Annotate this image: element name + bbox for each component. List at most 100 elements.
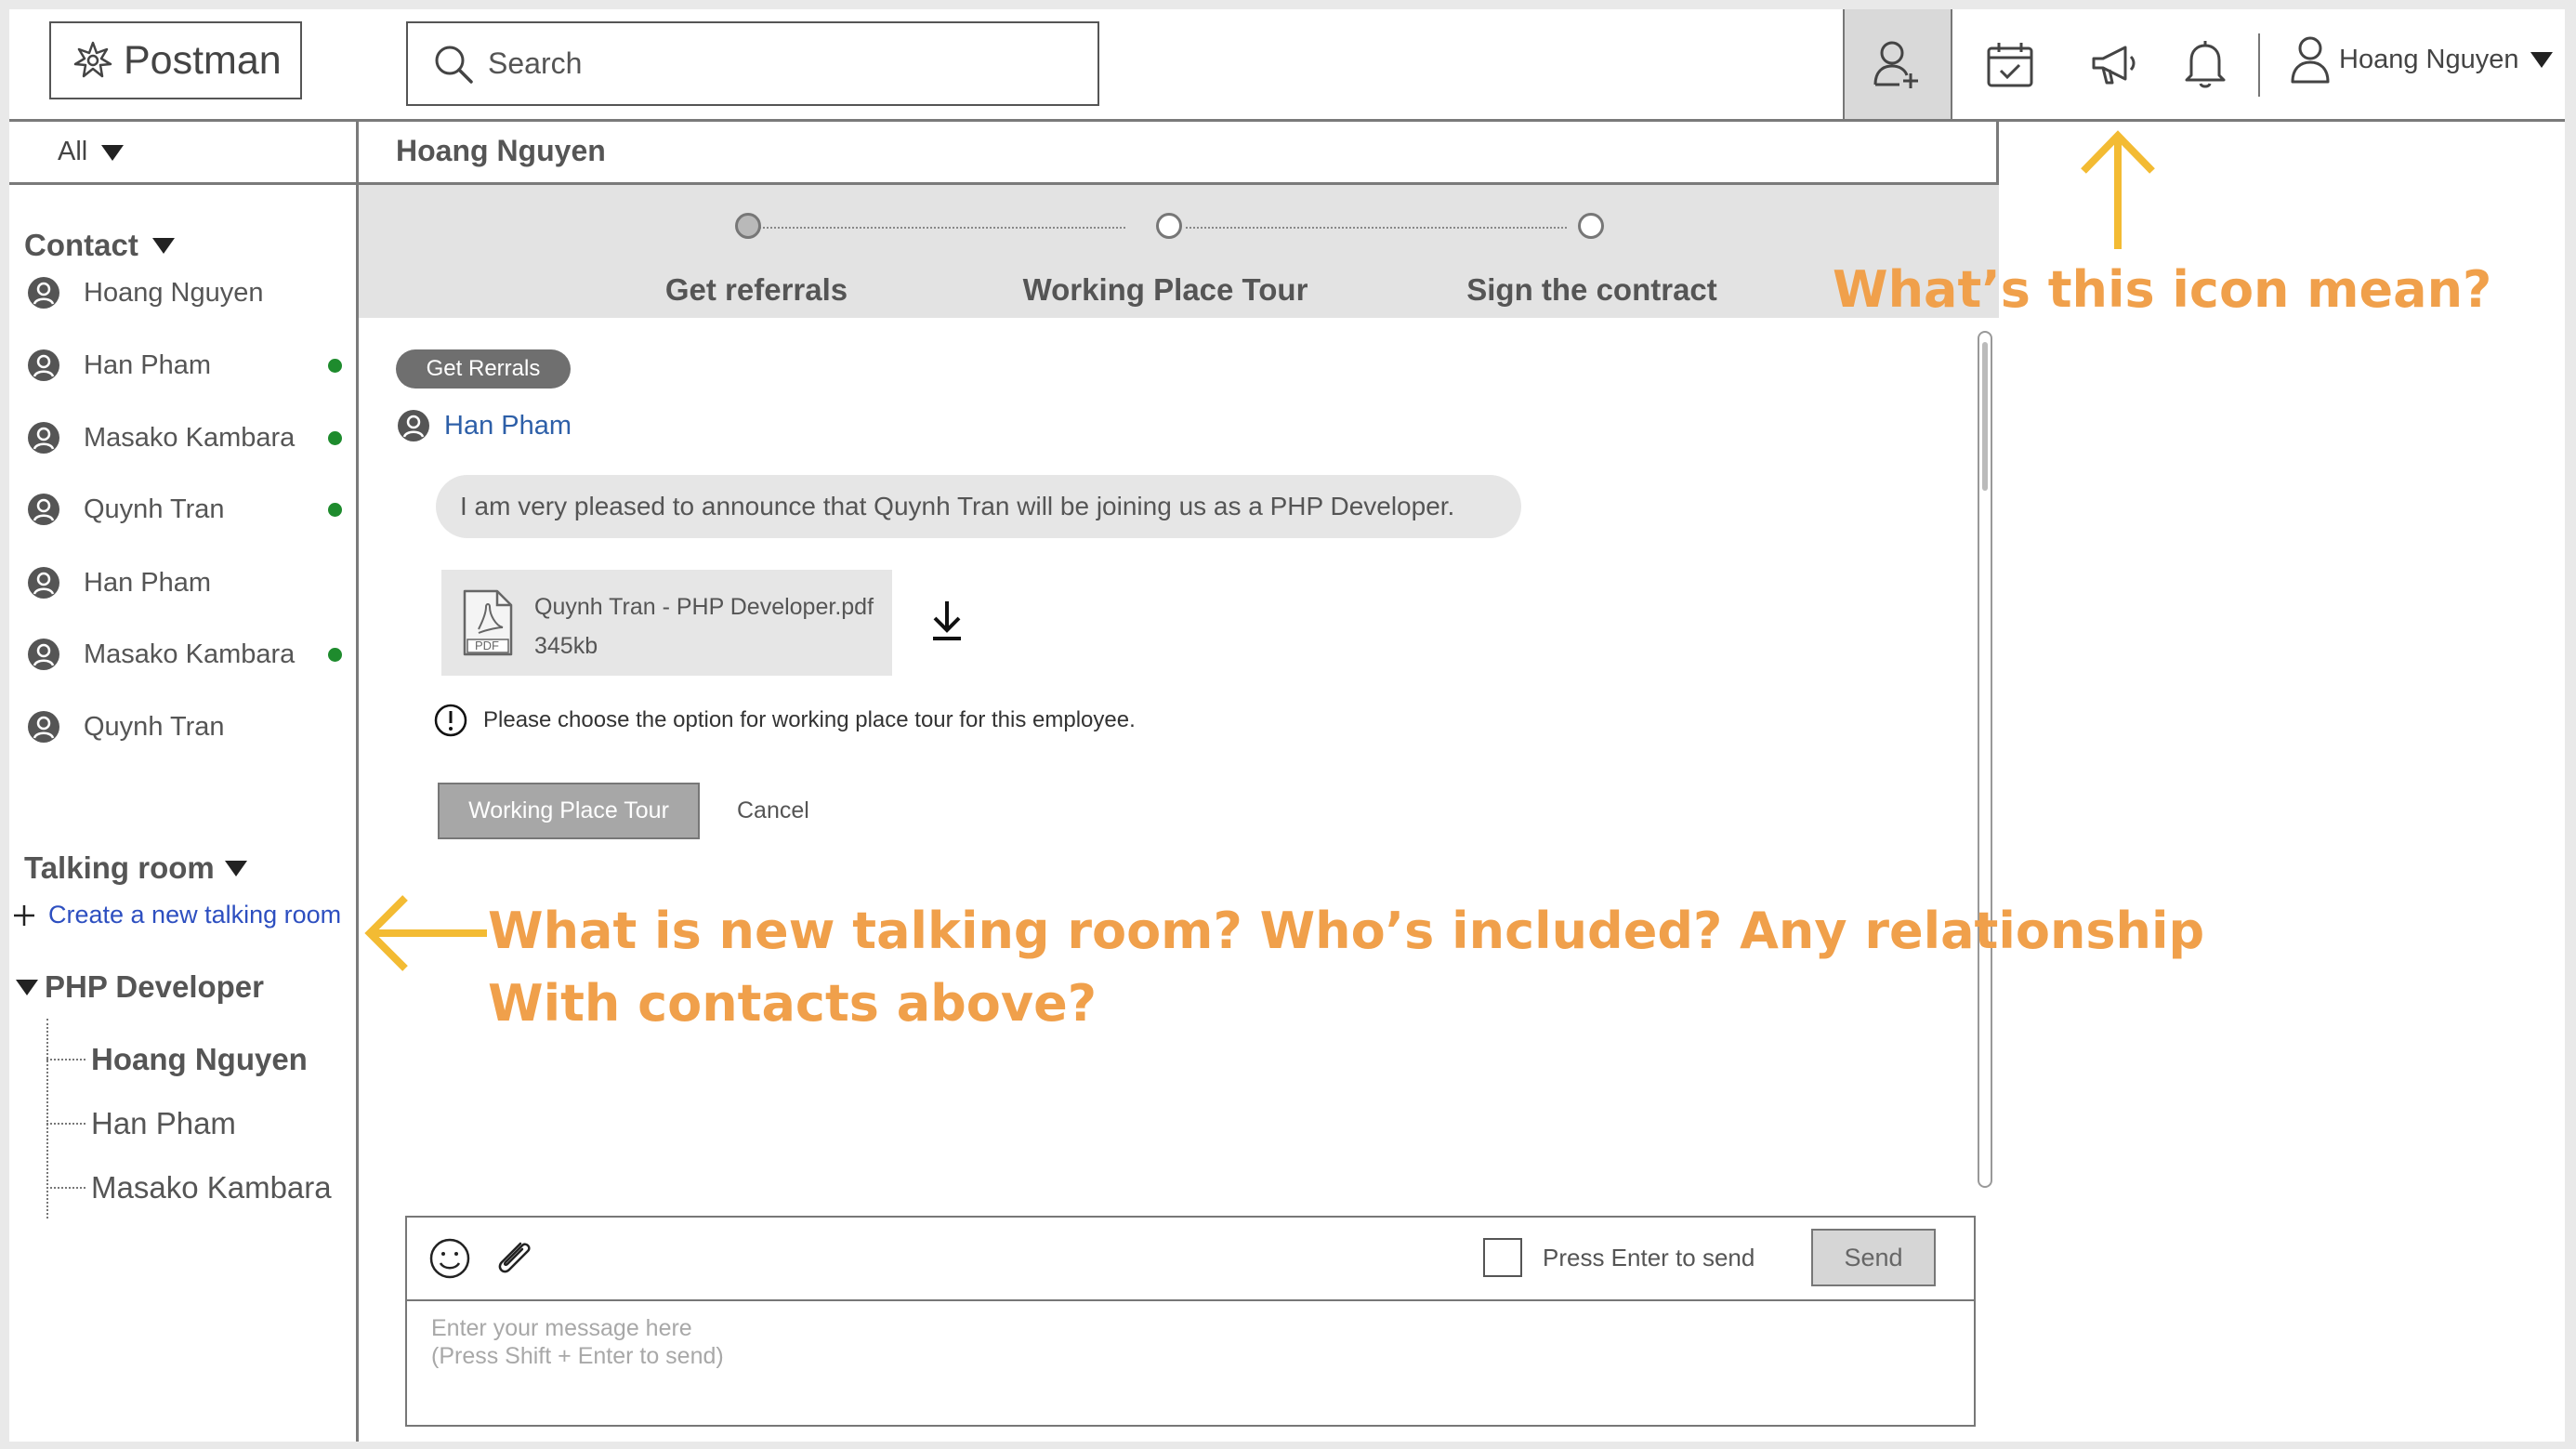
member-name: Han Pham [91, 1106, 236, 1140]
online-status-dot [328, 430, 342, 445]
bell-icon [2182, 38, 2228, 90]
contact-name: Masako Kambara [84, 422, 296, 453]
avatar-icon [26, 565, 61, 600]
group-member[interactable]: Masako Kambara [46, 1170, 332, 1205]
chevron-down-icon [224, 859, 248, 877]
contact-name: Quynh Tran [84, 711, 225, 742]
contact-item[interactable]: Quynh Tran [26, 704, 342, 750]
avatar-icon [396, 408, 431, 443]
app-window: Postman Search Hoang Nguyen All Contact … [9, 9, 2565, 1442]
talking-room-title: Talking room [24, 850, 215, 885]
add-contact-icon [1872, 38, 1924, 90]
working-place-tour-button[interactable]: Working Place Tour [438, 783, 700, 839]
toolbar-divider [2258, 33, 2260, 97]
download-button[interactable] [927, 598, 966, 644]
postman-logo-icon [51, 39, 124, 82]
chevron-down-icon [151, 236, 176, 255]
message-sender[interactable]: Han Pham [396, 408, 572, 443]
group-member[interactable]: Han Pham [46, 1106, 236, 1141]
left-arrow-annotation [361, 890, 489, 976]
enter-to-send-label: Press Enter to send [1543, 1244, 1755, 1271]
enter-to-send-checkbox[interactable] [1483, 1238, 1522, 1277]
message-input[interactable] [431, 1314, 1918, 1407]
step-connector [1186, 227, 1567, 229]
online-status-dot [328, 502, 342, 517]
step-label[interactable]: Working Place Tour [1023, 272, 1308, 308]
avatar-icon [26, 637, 61, 672]
download-icon [933, 601, 961, 640]
exclamation-icon [433, 703, 468, 738]
message-bubble: I am very pleased to announce that Quynh… [436, 475, 1521, 538]
filter-dropdown[interactable]: All [9, 122, 356, 185]
send-button[interactable]: Send [1811, 1229, 1936, 1286]
step-connector [744, 227, 1125, 229]
contacts-section-toggle[interactable]: Contact [24, 228, 176, 263]
search-icon [408, 43, 488, 86]
search-input[interactable]: Search [406, 21, 1099, 106]
chat-panel: Hoang Nguyen Get referrals Working Place… [359, 122, 1999, 1442]
contact-name: Han Pham [84, 349, 212, 380]
annotation-icon-question: What’s this icon mean? [1833, 260, 2492, 319]
file-name: Quynh Tran - PHP Developer.pdf [534, 594, 874, 620]
create-room-label: Create a new talking room [48, 901, 342, 929]
avatar-icon [26, 709, 61, 744]
chevron-down-icon [2530, 50, 2554, 69]
contacts-title: Contact [24, 228, 138, 262]
user-icon [2289, 33, 2332, 86]
megaphone-icon [2088, 38, 2140, 90]
contact-name: Hoang Nguyen [84, 277, 264, 308]
user-name: Hoang Nguyen [2339, 44, 2519, 74]
filter-value: All [58, 137, 88, 166]
smiley-icon [429, 1238, 470, 1279]
add-contact-button[interactable] [1843, 9, 1952, 119]
contact-item[interactable]: Han Pham [26, 560, 342, 606]
file-size: 345kb [534, 633, 598, 659]
step-label[interactable]: Get referrals [665, 272, 848, 308]
group-title: PHP Developer [45, 969, 264, 1004]
emoji-button[interactable] [427, 1236, 472, 1281]
notifications-button[interactable] [2165, 9, 2245, 119]
chat-title: Hoang Nguyen [359, 122, 1999, 185]
step-marker [1578, 213, 1604, 239]
sender-name: Han Pham [444, 410, 572, 441]
avatar-icon [26, 275, 61, 310]
composer-toolbar: Press Enter to send Send [407, 1218, 1974, 1301]
logo-text: Postman [124, 37, 282, 83]
avatar-icon [26, 420, 61, 455]
plus-icon [11, 902, 37, 929]
group-member[interactable]: Hoang Nguyen [46, 1042, 308, 1077]
chat-scrollbar[interactable] [1978, 331, 1992, 1188]
online-status-dot [328, 647, 342, 662]
contact-item[interactable]: Quynh Tran [26, 486, 342, 533]
scroll-thumb[interactable] [1982, 342, 1988, 491]
file-attachment[interactable]: PDF Quynh Tran - PHP Developer.pdf 345kb [441, 570, 892, 676]
notice-text: Please choose the option for working pla… [483, 707, 1136, 732]
pdf-file-icon: PDF [462, 588, 514, 657]
contact-item[interactable]: Masako Kambara [26, 631, 342, 678]
calendar-icon [1985, 39, 2035, 89]
step-label[interactable]: Sign the contract [1466, 272, 1717, 308]
avatar-icon [26, 348, 61, 383]
member-name: Hoang Nguyen [91, 1042, 308, 1076]
group-php-developer[interactable]: PHP Developer [15, 969, 264, 1005]
create-talking-room-link[interactable]: Create a new talking room [11, 901, 341, 929]
chevron-down-icon [15, 978, 39, 996]
talking-room-section-toggle[interactable]: Talking room [24, 850, 248, 886]
contact-name: Masako Kambara [84, 639, 296, 669]
contact-item[interactable]: Hoang Nguyen [26, 270, 342, 316]
announcement-button[interactable] [2074, 9, 2154, 119]
logo[interactable]: Postman [49, 21, 302, 99]
online-status-dot [328, 358, 342, 373]
sidebar: All Contact Hoang Nguyen Han Pham Masako K… [9, 122, 359, 1442]
attach-button[interactable] [491, 1234, 535, 1281]
member-name: Masako Kambara [91, 1170, 332, 1205]
calendar-button[interactable] [1970, 9, 2050, 119]
cancel-link[interactable]: Cancel [737, 797, 809, 824]
contact-item[interactable]: Masako Kambara [26, 415, 342, 461]
step-marker-completed [735, 213, 761, 239]
user-menu[interactable]: Hoang Nguyen [2289, 33, 2554, 86]
contact-item[interactable]: Han Pham [26, 342, 342, 389]
contact-name: Han Pham [84, 567, 212, 598]
progress-steps: Get referrals Working Place Tour Sign th… [359, 185, 1999, 318]
pdf-label: PDF [475, 639, 499, 652]
